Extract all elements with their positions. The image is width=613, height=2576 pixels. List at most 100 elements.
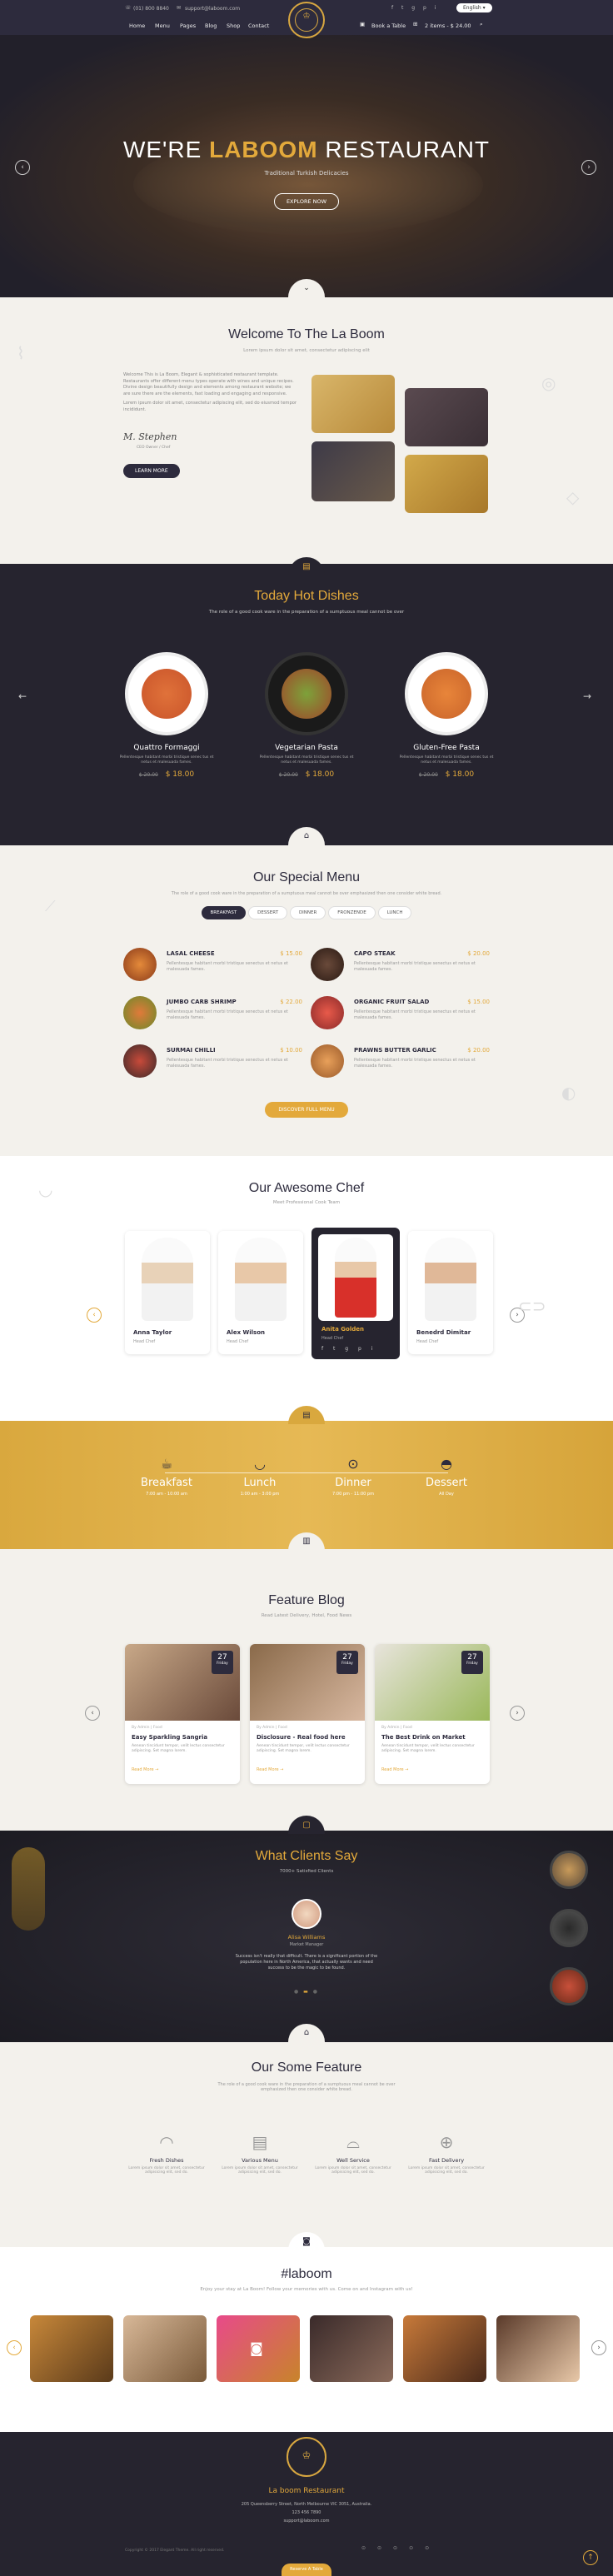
feature-item-3: ⌓ Well Service Lorem ipsum dolor sit ame… [311,2132,395,2175]
back-to-top-icon[interactable]: ↑ [583,2550,598,2565]
instagram-photo-5[interactable] [403,2315,486,2382]
read-more-label: Read More [132,1767,154,1772]
footer-address: 205 Queensberry Street, North Melbourne … [241,2502,372,2507]
menu-item-name: ORGANIC FRUIT SALAD [354,999,430,1005]
chef-card-4[interactable]: Benedrd Dimitar Head Chef [408,1231,493,1354]
menu-item-image [123,996,157,1029]
hero-next-arrow-icon[interactable]: › [581,160,596,175]
blog-card-3[interactable]: 27 Friday By Admin | Food The Best Drink … [375,1644,490,1784]
hero-title: WE'RE LABOOM RESTAURANT [0,137,613,163]
client-role: Market Manager [289,1942,324,1947]
dish-price: $ 18.00 [305,770,335,779]
nav-blog[interactable]: Blog [205,22,217,29]
chef-title: Our Awesome Chef [248,1181,365,1195]
decor-spice-bowl-1 [550,1851,588,1889]
nav-pages[interactable]: Pages [180,22,196,29]
instagram-title: #laboom [281,2267,332,2281]
read-more-label: Read More [381,1767,404,1772]
hours-time: 1:00 am - 3:00 pm [240,1492,280,1497]
chef-role: Head Chef [321,1336,344,1341]
blog-post-title[interactable]: The Best Drink on Market [381,1734,466,1741]
hero-title-post: RESTAURANT [325,137,491,162]
menu-item-price: $ 20.00 [467,950,490,957]
instagram-photo-3-active[interactable]: ◙ [217,2315,300,2382]
fresh-dish-icon: ◠ [159,2132,174,2152]
tab-dinner[interactable]: DINNER [289,906,326,919]
dish-name: Vegetarian Pasta [275,744,338,752]
reserve-table-tab[interactable]: Reserve A Table [282,2564,331,2576]
hours-item-1: ☕ Breakfast 7:00 am - 10:00 am [125,1456,208,1497]
dish-card-1[interactable]: Quattro Formaggi Pellentesque habitant m… [117,744,217,779]
menu-item-name: JUMBO CARB SHRIMP [167,999,237,1005]
welcome-photo-3 [311,441,395,501]
service-bell-icon: ⌓ [346,2132,360,2152]
chef-card-2[interactable]: Alex Wilson Head Chef [218,1231,303,1354]
tab-fronzende[interactable]: FRONZENDE [328,906,376,919]
discover-menu-button[interactable]: DISCOVER FULL MENU [265,1102,348,1118]
hours-name: Dinner [335,1477,371,1489]
footer-email[interactable]: support@laboom.com [0,2519,613,2524]
blog-prev-arrow-icon[interactable]: ‹ [85,1706,100,1721]
menu-item-price: $ 22.00 [280,999,302,1005]
explore-button[interactable]: EXPLORE NOW [273,193,340,210]
blog-next-arrow-icon[interactable]: › [510,1706,525,1721]
blog-read-more[interactable]: Read More → [132,1767,158,1772]
instagram-photo-6[interactable] [496,2315,580,2382]
hero-prev-arrow-icon[interactable]: ‹ [15,160,30,175]
chef-name: Anita Golden [321,1326,365,1333]
language-select[interactable]: English ▾ [456,3,492,12]
instagram-overlay-icon: ◙ [250,2340,263,2356]
menu-item-price: $ 10.00 [280,1047,302,1054]
instagram-photo-1[interactable] [30,2315,113,2382]
dishes-next-arrow-icon[interactable]: → [583,690,591,702]
chef-card-1[interactable]: Anna Taylor Head Chef [125,1231,210,1354]
instagram-next-arrow-icon[interactable]: › [591,2340,606,2355]
social-icons[interactable]: f t g p i [391,5,439,11]
nav-home[interactable]: Home [129,22,145,29]
blog-dow: Friday [217,1662,228,1666]
instagram-prev-arrow-icon[interactable]: ‹ [7,2340,22,2355]
testimonial-dots[interactable]: ● ▬ ● [0,1989,613,1995]
chef-social-icons[interactable]: f t g p i [321,1346,376,1352]
blog-post-title[interactable]: Disclosure - Real food here [257,1734,346,1741]
blog-card-1[interactable]: 27 Friday By Admin | Food Easy Sparkling … [125,1644,240,1784]
instagram-photo-4[interactable] [310,2315,393,2382]
tab-breakfast[interactable]: BREAKFAST [201,906,247,919]
blog-excerpt: Aenean tincidunt tempor, velit lectus co… [257,1744,350,1753]
tab-dessert[interactable]: DESSERT [248,906,288,919]
blog-read-more[interactable]: Read More → [381,1767,408,1772]
footer-social-icons[interactable]: ⊙⊙⊙⊙⊙ [361,2545,441,2551]
footer: ♔ La boom Restaurant 205 Queensberry Str… [0,2432,613,2576]
menu-item-price: $ 15.00 [467,999,490,1005]
dish-card-2[interactable]: Vegetarian Pasta Pellentesque habitant m… [257,744,356,779]
cart-summary[interactable]: 2 items - $ 24.00 [425,22,471,29]
dish-card-3[interactable]: Gluten-Free Pasta Pellentesque habitant … [396,744,496,779]
blog-read-more[interactable]: Read More → [257,1767,283,1772]
blog-post-title[interactable]: Easy Sparkling Sangria [132,1734,207,1741]
instagram-photo-2[interactable] [123,2315,207,2382]
scroll-down-icon[interactable]: ⌄ [288,279,325,297]
welcome-paragraph-2: Lorem ipsum dolor sit amet, consectetur … [123,401,297,412]
learn-more-button[interactable]: LEARN MORE [123,464,180,478]
decor-whisk-icon: ⌇ [17,343,25,363]
book-table-link[interactable]: Book a Table [371,22,406,29]
testimonial-subtitle: 7000+ Satisfied Clients [279,1869,334,1874]
nav-shop[interactable]: Shop [227,22,240,29]
menu-item-image [311,948,344,981]
coffee-cup-icon: ☕ [160,1456,173,1472]
nav-contact[interactable]: Contact [248,22,269,29]
topbar-email[interactable]: support@laboom.com [185,6,240,12]
site-logo[interactable]: ♔ [288,2,325,38]
chef-card-3-active[interactable]: Anita Golden Head Chef f t g p i [311,1228,400,1359]
hot-dishes-section: ▤ Today Hot Dishes The role of a good co… [0,557,613,845]
dishes-prev-arrow-icon[interactable]: ← [18,690,27,702]
search-icon[interactable]: ⌕ [480,21,483,28]
chef-prev-arrow-icon[interactable]: ‹ [87,1308,102,1323]
tab-lunch[interactable]: LUNCH [377,906,412,919]
blog-card-2[interactable]: 27 Friday By Admin | Food Disclosure - Re… [250,1644,365,1784]
cart-icon[interactable]: ⊞ [413,21,417,27]
nav-menu[interactable]: Menu [155,22,170,29]
chef-role: Head Chef [133,1339,156,1344]
decor-bowl-icon: ◡ [38,1179,53,1199]
welcome-photo-2 [405,388,488,446]
